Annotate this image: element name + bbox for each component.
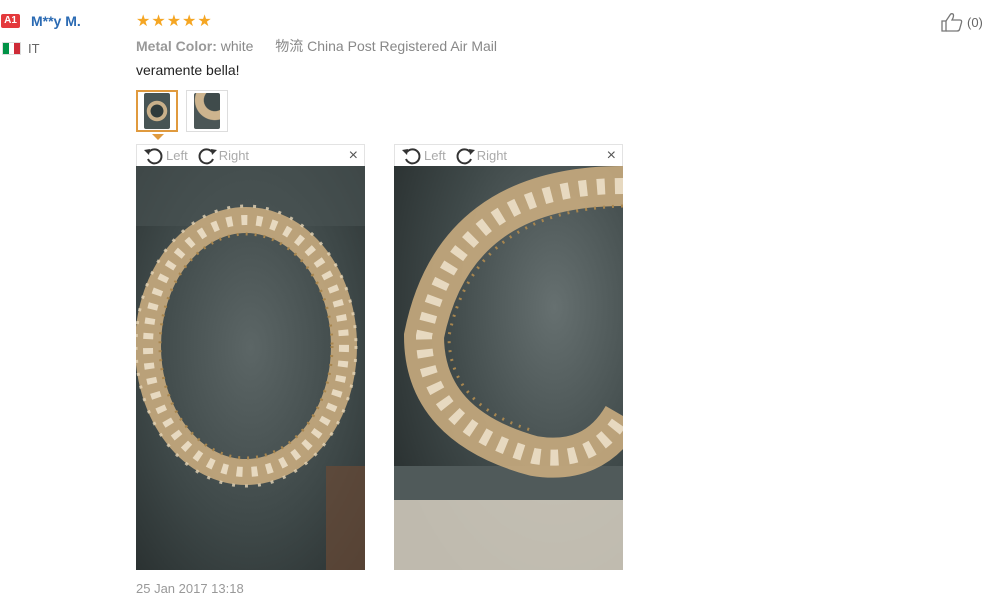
necklace-photo <box>136 166 365 570</box>
review-text: veramente bella! <box>136 62 240 78</box>
rotate-right-icon <box>456 147 475 164</box>
rotate-left-label: Left <box>166 148 188 163</box>
necklace-thumbnail-image <box>194 93 220 129</box>
order-info: Metal Color: white 物流 China Post Registe… <box>136 36 497 56</box>
review-image-thumbnail[interactable] <box>186 90 228 132</box>
color-value: white <box>220 38 254 54</box>
rotate-right-label: Right <box>476 148 508 163</box>
helpful-button[interactable]: (0) <box>940 12 983 32</box>
rotate-left-button[interactable]: Left <box>143 146 188 166</box>
rotate-right-button[interactable]: Right <box>196 146 249 166</box>
star-icon: ★ <box>166 13 183 30</box>
rotate-left-label: Left <box>424 148 446 163</box>
shipping-label: 物流 <box>275 38 304 54</box>
helpful-count: (0) <box>967 14 983 30</box>
close-icon[interactable]: × <box>607 147 616 164</box>
viewer-toolbar: Left Right × <box>394 144 623 166</box>
star-icon: ★ <box>151 13 167 30</box>
thumbs-up-icon <box>941 13 963 32</box>
color-label: Metal Color: <box>136 38 217 54</box>
review-timestamp: 25 Jan 2017 13:18 <box>136 581 244 596</box>
rotate-left-icon <box>144 147 163 164</box>
selected-thumbnail-caret-icon <box>152 134 164 140</box>
necklace-thumbnail-image <box>144 93 170 129</box>
rotate-left-button[interactable]: Left <box>401 146 446 166</box>
star-rating: ★★★★★ <box>136 11 213 31</box>
shipping-value: China Post Registered Air Mail <box>307 38 498 54</box>
review-image-thumbnail[interactable] <box>136 90 178 132</box>
rotate-right-label: Right <box>218 148 250 163</box>
image-viewer: Left Right × <box>394 144 623 570</box>
necklace-photo <box>394 166 623 570</box>
star-icon: ★ <box>197 13 213 30</box>
viewer-toolbar: Left Right × <box>136 144 365 166</box>
star-icon: ★ <box>136 13 152 30</box>
reviewer-country: IT <box>28 41 40 56</box>
image-viewer: Left Right × <box>136 144 365 570</box>
reviewer-name[interactable]: M**y M. <box>31 13 81 29</box>
country-flag-icon <box>2 42 21 55</box>
rotate-left-icon <box>402 147 421 164</box>
rotate-right-icon <box>198 147 217 164</box>
user-level-badge: A1 <box>1 14 20 28</box>
rotate-right-button[interactable]: Right <box>454 146 507 166</box>
star-icon: ★ <box>182 13 198 30</box>
close-icon[interactable]: × <box>349 147 358 164</box>
